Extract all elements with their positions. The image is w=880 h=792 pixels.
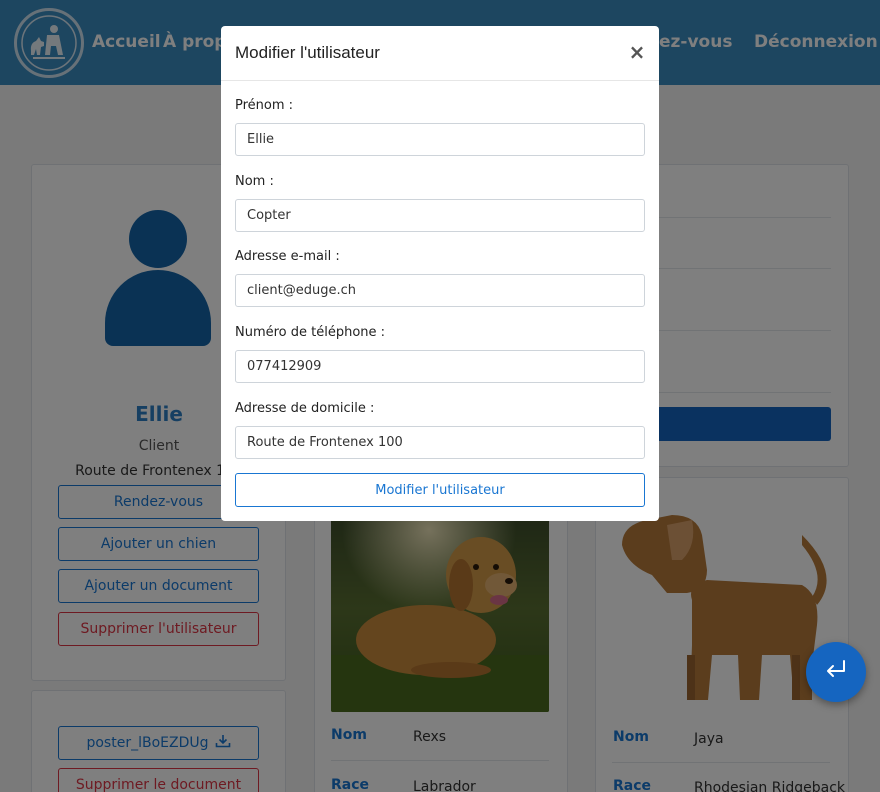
email-label: Adresse e-mail : [235, 249, 340, 264]
phone-label: Numéro de téléphone : [235, 325, 386, 340]
address-input[interactable] [235, 426, 645, 459]
last-name-label: Nom : [235, 174, 274, 189]
last-name-input[interactable] [235, 199, 645, 232]
modal-title: Modifier l'utilisateur [235, 43, 380, 62]
return-arrow-icon [822, 658, 850, 686]
edit-user-modal: Modifier l'utilisateur × Prénom : Nom : … [221, 26, 659, 521]
address-label: Adresse de domicile : [235, 401, 375, 416]
close-icon[interactable]: × [626, 41, 648, 63]
phone-input[interactable] [235, 350, 645, 383]
return-button[interactable] [806, 642, 866, 702]
email-input[interactable] [235, 274, 645, 307]
submit-edit-user-button[interactable]: Modifier l'utilisateur [235, 473, 645, 507]
first-name-label: Prénom : [235, 98, 294, 113]
modal-divider [221, 80, 659, 81]
first-name-input[interactable] [235, 123, 645, 156]
